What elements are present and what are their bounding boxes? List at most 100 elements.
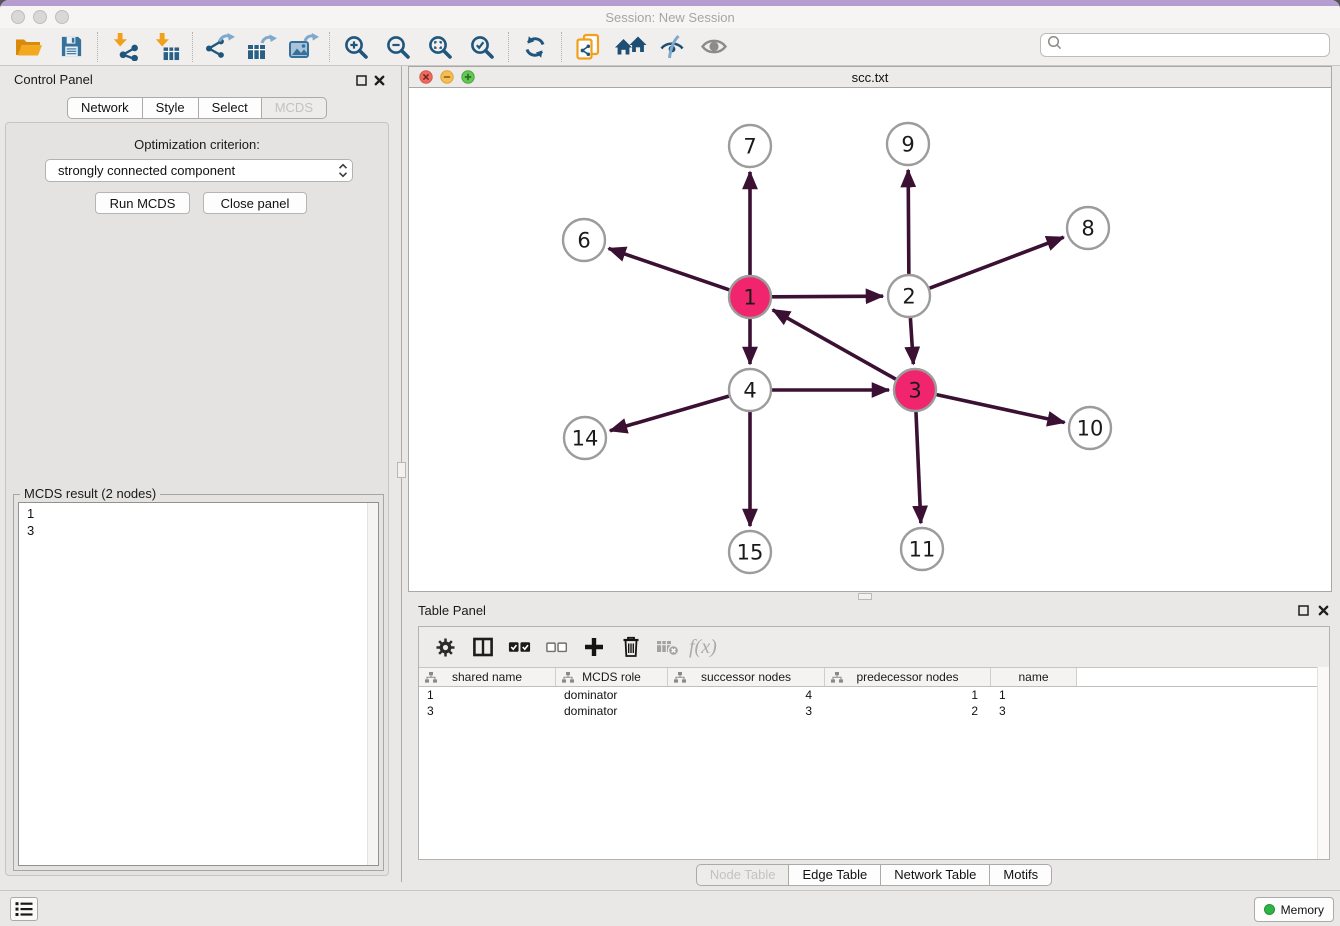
task-history-button[interactable] — [10, 897, 38, 921]
control-panel: Control Panel NetworkStyleSelectMCDS Opt… — [0, 66, 394, 882]
graph-node-label-11: 11 — [909, 538, 936, 562]
horizontal-splitter-handle[interactable] — [858, 593, 872, 600]
control-panel-header: Control Panel — [0, 66, 394, 92]
tab-mcds[interactable]: MCDS — [261, 97, 327, 119]
table-cell[interactable]: dominator — [556, 703, 668, 719]
refresh-button[interactable] — [514, 30, 556, 64]
tab-node-table[interactable]: Node Table — [696, 864, 790, 886]
table-row[interactable]: 1dominator411 — [419, 687, 1317, 703]
control-panel-tabs: NetworkStyleSelectMCDS — [0, 97, 394, 119]
home-button[interactable] — [609, 30, 651, 64]
memory-label: Memory — [1281, 903, 1324, 917]
zoom-selected-button[interactable] — [461, 30, 503, 64]
table-scrollbar[interactable] — [1317, 667, 1329, 859]
zoom-in-button[interactable] — [335, 30, 377, 64]
network-canvas[interactable]: 7968124314101511 — [409, 89, 1331, 591]
import-network-button[interactable] — [103, 30, 145, 64]
float-panel-icon[interactable] — [354, 73, 368, 87]
select-all-button[interactable] — [501, 632, 538, 662]
table-row[interactable]: 3dominator323 — [419, 703, 1317, 719]
graph-node-label-10: 10 — [1077, 417, 1104, 441]
zoom-fit-button[interactable] — [419, 30, 461, 64]
split-view-button[interactable] — [464, 632, 501, 662]
graph-edge-2-8[interactable] — [930, 237, 1064, 288]
run-mcds-button[interactable]: Run MCDS — [95, 192, 190, 214]
tab-style[interactable]: Style — [142, 97, 199, 119]
delete-column-button[interactable] — [612, 632, 649, 662]
tab-network[interactable]: Network — [67, 97, 143, 119]
column-header-name[interactable]: name — [991, 668, 1077, 686]
mcds-result-area[interactable]: 1 3 — [18, 502, 379, 866]
graph-node-label-14: 14 — [572, 427, 599, 451]
graph-edge-3-10[interactable] — [936, 395, 1064, 423]
table-cell[interactable]: 3 — [419, 703, 556, 719]
toolbar-separator — [329, 32, 330, 62]
import-table-button[interactable] — [145, 30, 187, 64]
export-network-button[interactable] — [198, 30, 240, 64]
column-header-MCDS-role[interactable]: MCDS role — [556, 668, 668, 686]
table-cell[interactable]: 1 — [825, 687, 991, 703]
add-column-button[interactable] — [575, 632, 612, 662]
tab-select[interactable]: Select — [198, 97, 262, 119]
open-session-button[interactable] — [8, 30, 50, 64]
export-table-button[interactable] — [240, 30, 282, 64]
graph-edge-3-11[interactable] — [916, 412, 921, 523]
tree-icon — [831, 672, 843, 686]
table-panel-title: Table Panel — [418, 603, 486, 618]
table-cell[interactable]: 3 — [991, 703, 1077, 719]
table-cell[interactable]: 3 — [668, 703, 825, 719]
memory-button[interactable]: Memory — [1254, 897, 1334, 922]
export-image-button[interactable] — [282, 30, 324, 64]
column-gear-button[interactable] — [427, 632, 464, 662]
clone-network-button[interactable] — [567, 30, 609, 64]
float-table-panel-icon[interactable] — [1296, 603, 1310, 617]
app-window: Session: New Session Control Panel Netwo… — [0, 0, 1340, 926]
mcds-result-groupbox: MCDS result (2 nodes) 1 3 — [13, 494, 384, 871]
network-view-window: scc.txt 7968124314101511 — [408, 66, 1332, 592]
graph-edge-2-3[interactable] — [910, 318, 913, 364]
optimization-criterion-dropdown[interactable]: strongly connected component — [45, 159, 353, 182]
toolbar-separator — [508, 32, 509, 62]
table-cell[interactable]: 4 — [668, 687, 825, 703]
tab-motifs[interactable]: Motifs — [989, 864, 1052, 886]
close-table-panel-icon[interactable] — [1316, 603, 1330, 617]
tab-edge-table[interactable]: Edge Table — [788, 864, 881, 886]
result-scrollbar[interactable] — [367, 503, 378, 865]
column-header-successor-nodes[interactable]: successor nodes — [668, 668, 825, 686]
zoom-out-button[interactable] — [377, 30, 419, 64]
table-cell[interactable]: 1 — [991, 687, 1077, 703]
graph-node-label-1: 1 — [743, 286, 756, 310]
graph-node-label-8: 8 — [1081, 217, 1094, 241]
column-label: name — [1018, 670, 1048, 684]
graph-node-label-7: 7 — [743, 135, 756, 159]
graph-edge-4-14[interactable] — [610, 396, 729, 431]
column-header-shared-name[interactable]: shared name — [419, 668, 556, 686]
tree-icon — [674, 672, 686, 686]
tab-network-table[interactable]: Network Table — [880, 864, 990, 886]
table-cell[interactable]: 2 — [825, 703, 991, 719]
show-details-button[interactable] — [693, 30, 735, 64]
table-cell[interactable]: dominator — [556, 687, 668, 703]
dropdown-value: strongly connected component — [46, 163, 334, 178]
search-icon — [1046, 34, 1063, 56]
close-panel-button[interactable]: Close panel — [203, 192, 307, 214]
graph-edge-1-2[interactable] — [772, 296, 883, 297]
mcds-result-text: 1 3 — [19, 503, 366, 865]
mcds-tab-content: Optimization criterion: strongly connect… — [5, 122, 389, 876]
graph-edge-2-9[interactable] — [908, 170, 909, 274]
deselect-all-button[interactable] — [538, 632, 575, 662]
search-box[interactable] — [1040, 33, 1330, 57]
graph-node-label-4: 4 — [743, 379, 756, 403]
status-bar: Memory — [0, 890, 1340, 926]
network-window-titlebar[interactable]: scc.txt — [409, 67, 1331, 88]
column-header-predecessor-nodes[interactable]: predecessor nodes — [825, 668, 991, 686]
hide-details-button[interactable] — [651, 30, 693, 64]
search-input[interactable] — [1063, 37, 1329, 53]
table-cell[interactable]: 1 — [419, 687, 556, 703]
graph-edge-3-1[interactable] — [773, 310, 896, 379]
close-panel-icon[interactable] — [372, 73, 386, 87]
titlebar: Session: New Session — [0, 6, 1340, 28]
vertical-splitter-handle[interactable] — [397, 462, 406, 478]
save-session-button[interactable] — [50, 30, 92, 64]
graph-edge-1-6[interactable] — [609, 248, 730, 289]
